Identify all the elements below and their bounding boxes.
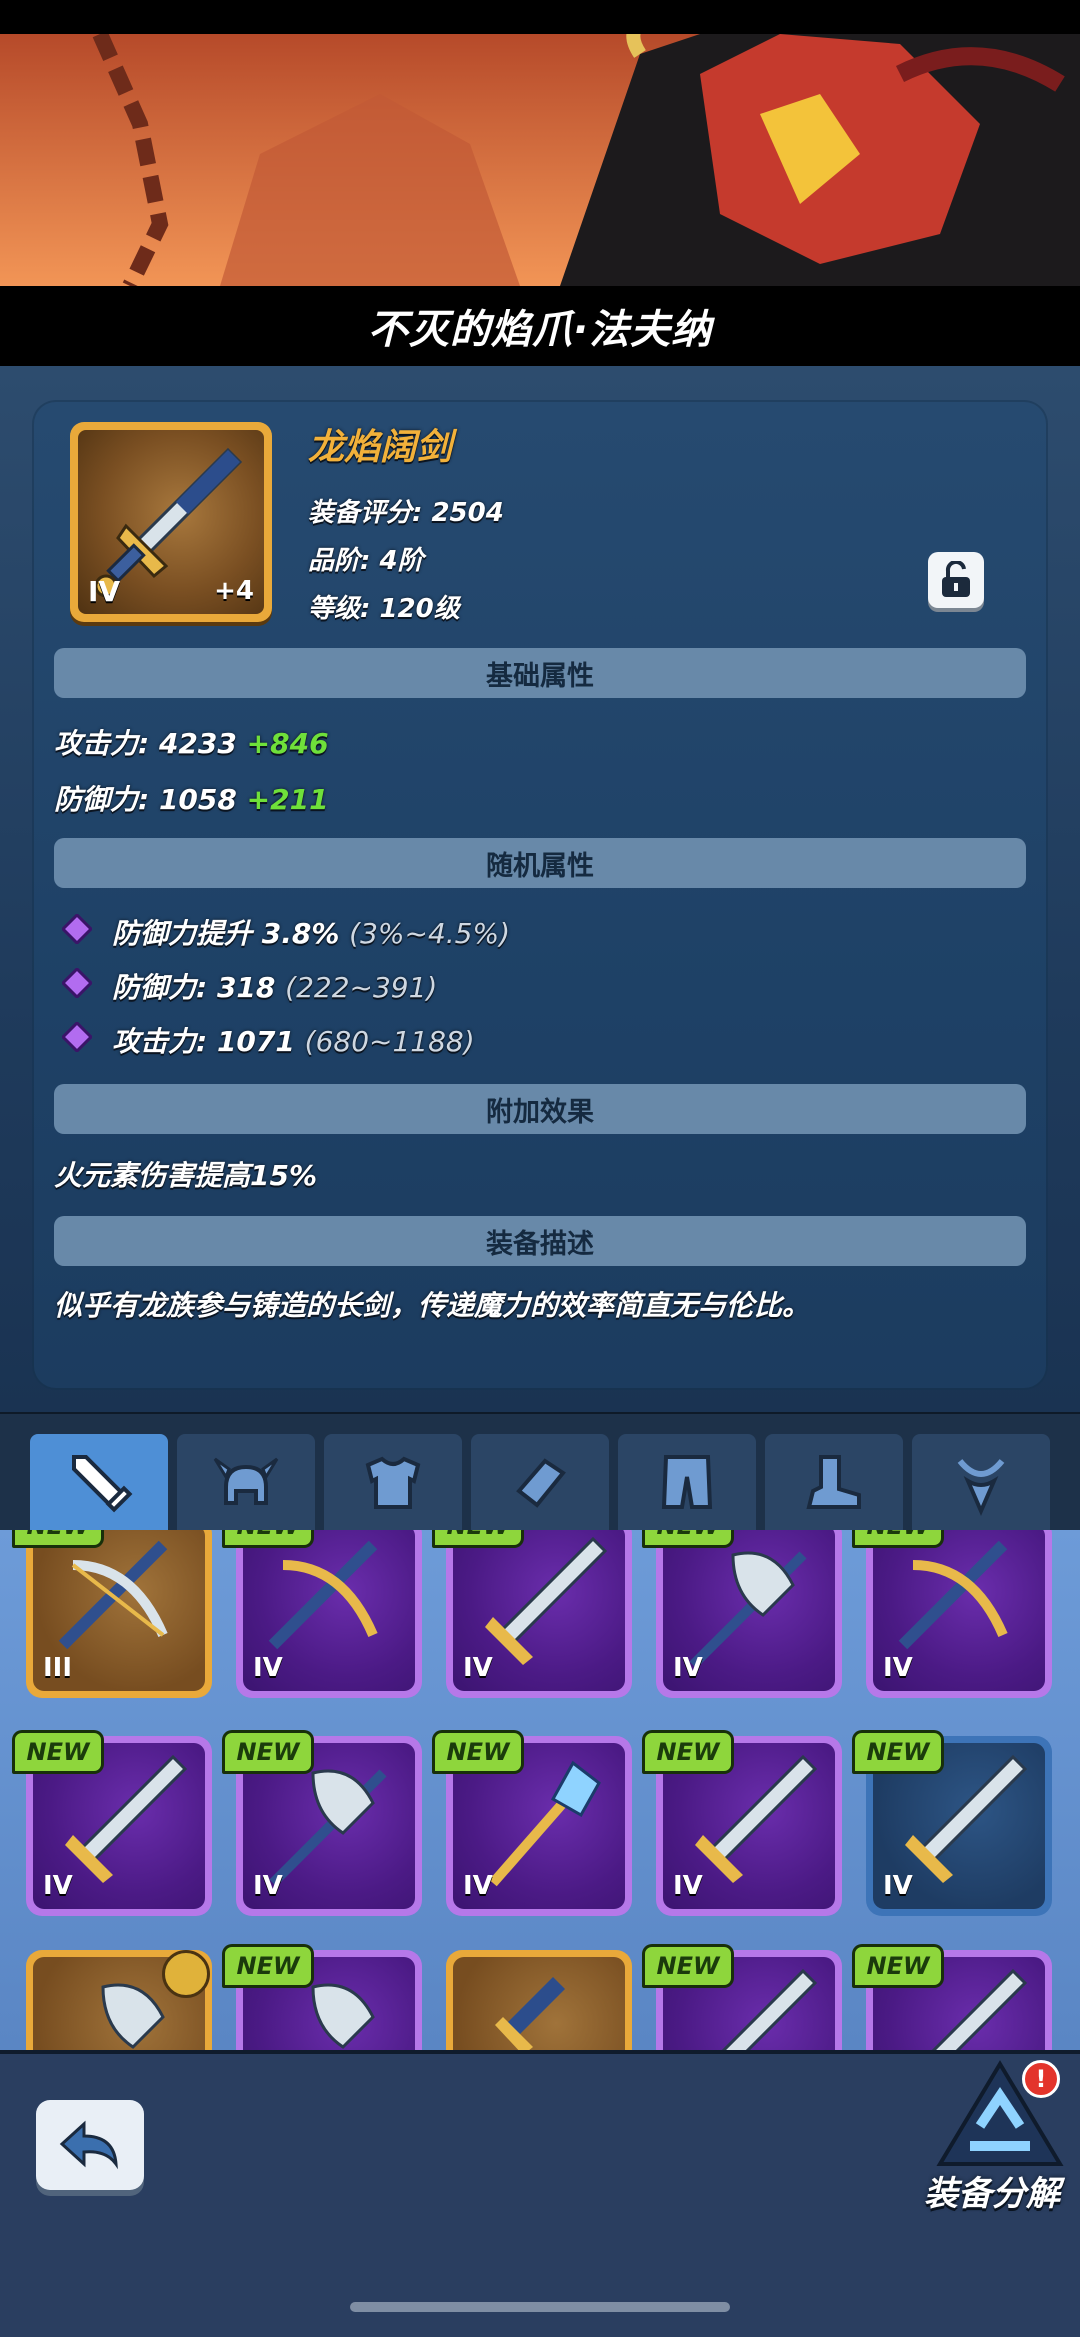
stat-label: 攻击力: 1071	[112, 1025, 295, 1058]
alert-badge: !	[1022, 2060, 1060, 2098]
new-badge: NEW	[642, 1944, 734, 1988]
stat-label: 防御力: 1058	[54, 783, 237, 816]
tab-boots[interactable]	[765, 1434, 903, 1530]
sword-icon	[72, 1455, 133, 1513]
item-tier: IV	[253, 1653, 283, 1683]
section-base-attributes: 基础属性	[54, 648, 1026, 698]
new-badge: NEW	[12, 1730, 104, 1774]
section-title: 附加效果	[486, 1096, 594, 1128]
bottom-bar	[0, 2050, 1080, 2337]
tab-helmet[interactable]	[177, 1434, 315, 1530]
base-stat-defense: 防御力: 1058 +211	[54, 778, 329, 818]
stat-range: (3%~4.5%)	[349, 917, 511, 950]
inventory-item[interactable]: IV	[236, 1530, 422, 1698]
inventory-item[interactable]: III	[26, 1530, 212, 1698]
inventory-item[interactable]	[446, 1950, 632, 2050]
item-tier: IV	[673, 1653, 703, 1683]
random-stat-2: 防御力: 318 (222~391)	[112, 966, 437, 1006]
item-name: 龙焰阔剑	[308, 427, 453, 468]
new-badge: NEW	[852, 1944, 944, 1988]
tab-pants[interactable]	[618, 1434, 756, 1530]
item-tier: III	[43, 1653, 73, 1683]
section-extra-effect: 附加效果	[54, 1084, 1026, 1134]
back-button[interactable]	[36, 2100, 144, 2190]
armor-icon	[365, 1456, 421, 1509]
new-badge: NEW	[222, 1944, 314, 1988]
item-enhance-level: +4	[214, 576, 254, 606]
stat-range: (222~391)	[285, 971, 438, 1004]
section-title: 基础属性	[486, 660, 594, 692]
inventory-grid: III IV IV IV IV IV IV IV IV IV NEW NEW N…	[0, 1530, 1080, 2050]
pants-icon	[661, 1455, 713, 1509]
status-strip	[0, 0, 1080, 34]
purple-diamond-icon	[62, 1022, 92, 1052]
tab-armor[interactable]	[324, 1434, 462, 1530]
section-title: 随机属性	[486, 850, 594, 882]
description-text: 似乎有龙族参与铸造的长剑，传递魔力的效率简直无与伦比。	[54, 1289, 811, 1322]
hero-banner	[0, 34, 1080, 286]
item-tier: IV	[883, 1653, 913, 1683]
new-badge: NEW	[12, 1530, 104, 1548]
extra-effect-text: 火元素伤害提高15%	[54, 1159, 318, 1192]
stat-range: (680~1188)	[304, 1025, 475, 1058]
inventory-item[interactable]: IV	[866, 1530, 1052, 1698]
stat-label: 防御力提升 3.8%	[112, 917, 340, 950]
new-badge: NEW	[852, 1530, 944, 1548]
tab-necklace[interactable]	[912, 1434, 1050, 1530]
equipment-grade: 品阶: 4阶	[308, 546, 424, 576]
section-title: 装备描述	[486, 1228, 594, 1260]
item-tier: IV	[463, 1871, 493, 1901]
section-description: 装备描述	[54, 1216, 1026, 1266]
item-tier: IV	[43, 1871, 73, 1901]
hero-title-bar: 不灭的焰爪·法夫纳	[0, 286, 1080, 366]
stat-bonus: +846	[246, 727, 329, 760]
unlock-icon	[942, 561, 970, 597]
sword-icon	[495, 1977, 565, 2050]
stat-label: 防御力: 318	[112, 971, 276, 1004]
item-tier: IV	[673, 1871, 703, 1901]
item-tier: IV	[88, 575, 121, 608]
stat-bonus: +211	[246, 783, 329, 816]
lock-button[interactable]	[928, 552, 984, 608]
new-badge: NEW	[222, 1530, 314, 1548]
necklace-icon	[957, 1459, 1005, 1517]
salvage-label: 装备分解	[924, 2174, 1060, 2214]
tab-weapon[interactable]	[30, 1434, 168, 1530]
new-badge: NEW	[432, 1530, 524, 1548]
base-stat-attack: 攻击力: 4233 +846	[54, 722, 329, 762]
equipment-score: 装备评分: 2504	[308, 498, 504, 528]
item-tier: IV	[463, 1653, 493, 1683]
stat-label: 攻击力: 4233	[54, 727, 237, 760]
boots-icon	[806, 1455, 861, 1509]
item-tier: IV	[883, 1871, 913, 1901]
inventory-item[interactable]: IV	[656, 1530, 842, 1698]
hero-title: 不灭的焰爪·法夫纳	[367, 307, 713, 353]
skull-badge-icon	[162, 1950, 210, 1998]
purple-diamond-icon	[62, 914, 92, 944]
purple-diamond-icon	[62, 968, 92, 998]
horned-helmet-icon	[213, 1457, 279, 1505]
back-arrow-icon	[59, 2120, 118, 2170]
item-tier: IV	[253, 1871, 283, 1901]
new-badge: NEW	[852, 1730, 944, 1774]
new-badge: NEW	[222, 1730, 314, 1774]
new-badge: NEW	[432, 1730, 524, 1774]
new-badge: NEW	[642, 1530, 734, 1548]
item-icon-frame: IV +4	[70, 422, 272, 622]
random-stat-3: 攻击力: 1071 (680~1188)	[112, 1020, 475, 1060]
section-random-attributes: 随机属性	[54, 838, 1026, 888]
home-indicator[interactable]	[350, 2302, 730, 2312]
equipment-level: 等级: 120级	[308, 594, 460, 624]
new-badge: NEW	[642, 1730, 734, 1774]
tab-bracer[interactable]	[471, 1434, 609, 1530]
random-stat-1: 防御力提升 3.8% (3%~4.5%)	[112, 912, 510, 952]
inventory-item[interactable]: IV	[446, 1530, 632, 1698]
bracer-icon	[516, 1458, 566, 1508]
